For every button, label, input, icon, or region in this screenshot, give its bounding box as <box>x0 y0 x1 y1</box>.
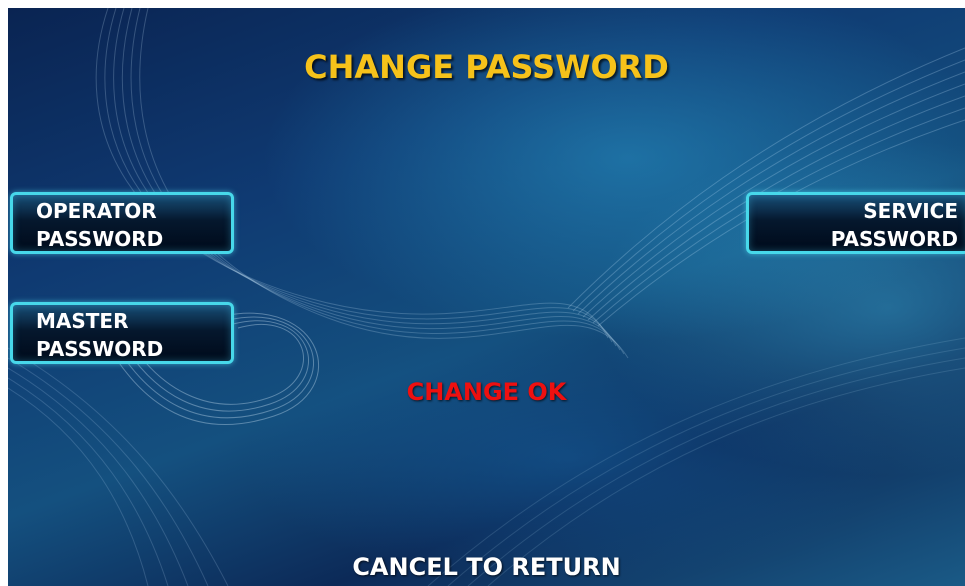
service-password-label-line1: SERVICE <box>863 199 958 223</box>
operator-password-label-line2: PASSWORD <box>36 227 164 251</box>
service-password-button[interactable]: SERVICE PASSWORD <box>746 192 965 254</box>
master-password-button[interactable]: MASTER PASSWORD <box>10 302 234 364</box>
master-password-label-line2: PASSWORD <box>36 337 164 361</box>
background-swirl <box>8 8 965 586</box>
page-title: CHANGE PASSWORD <box>304 48 669 86</box>
atm-screen: CHANGE PASSWORD OPERATOR PASSWORD MASTER… <box>8 8 965 586</box>
master-password-label-line1: MASTER <box>36 309 129 333</box>
status-message: CHANGE OK <box>406 378 567 406</box>
cancel-instruction: CANCEL TO RETURN <box>352 553 621 581</box>
operator-password-label-line1: OPERATOR <box>36 199 157 223</box>
service-password-label-line2: PASSWORD <box>830 227 958 251</box>
operator-password-button[interactable]: OPERATOR PASSWORD <box>10 192 234 254</box>
